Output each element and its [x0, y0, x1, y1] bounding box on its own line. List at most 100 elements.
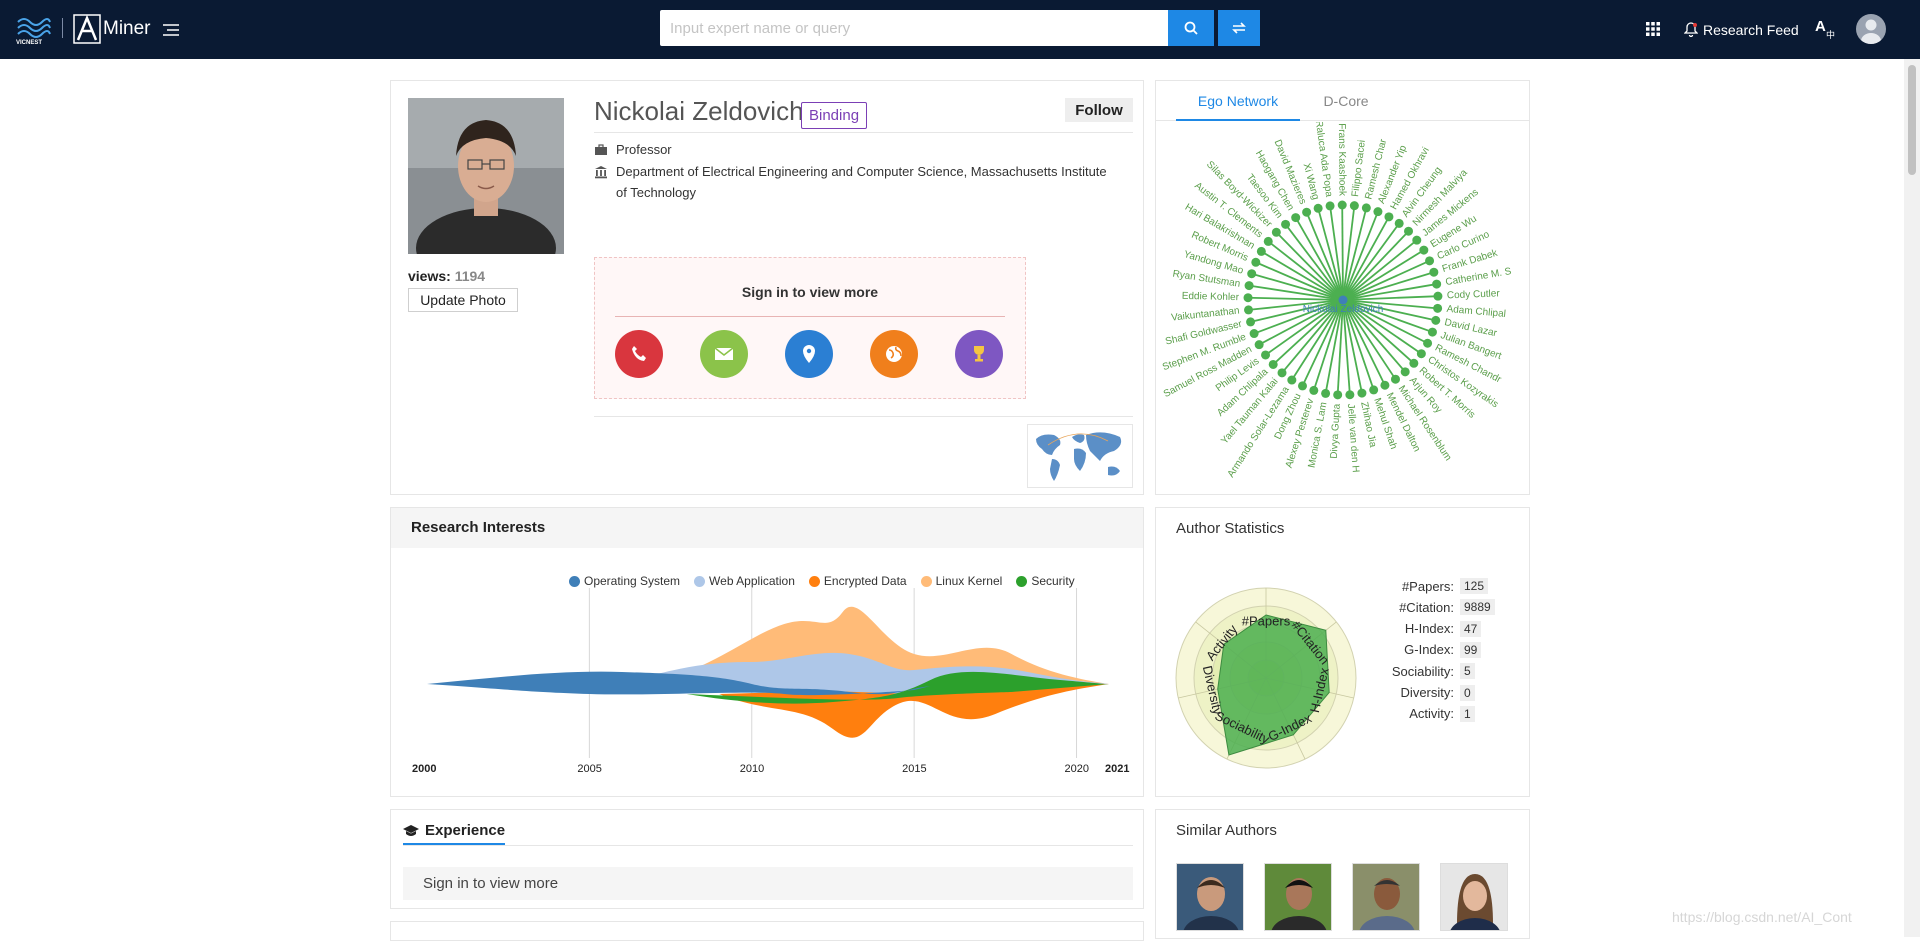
ego-node[interactable]	[1394, 218, 1404, 228]
institution-icon	[595, 166, 607, 179]
search-input[interactable]	[660, 10, 1168, 46]
user-avatar[interactable]	[1856, 14, 1886, 44]
phone-icon[interactable]	[615, 330, 663, 378]
similar-author-avatar[interactable]	[1264, 863, 1332, 931]
scrollbar-thumb[interactable]	[1908, 65, 1916, 175]
profile-photo	[408, 98, 564, 254]
ego-node[interactable]	[1247, 269, 1257, 279]
ego-node[interactable]	[1384, 212, 1394, 222]
ego-node[interactable]	[1281, 219, 1291, 229]
stat-row: Sociability: 5	[1366, 663, 1506, 680]
vicnest-logo[interactable]: VICNEST	[14, 12, 54, 46]
ego-node[interactable]	[1345, 390, 1355, 400]
ego-node-label[interactable]: Divya Gupta	[1329, 403, 1343, 459]
tab-ego-network[interactable]: Ego Network	[1176, 81, 1300, 121]
ego-node[interactable]	[1369, 385, 1379, 395]
follow-button[interactable]: Follow	[1065, 98, 1133, 122]
location-icon[interactable]	[785, 330, 833, 378]
radar-axis-label: #Papers	[1242, 614, 1291, 629]
ego-node[interactable]	[1244, 281, 1254, 291]
switch-search-button[interactable]	[1218, 10, 1260, 46]
ego-node[interactable]	[1361, 203, 1371, 213]
apps-grid-icon[interactable]	[1645, 21, 1661, 37]
binding-badge[interactable]: Binding	[801, 102, 868, 129]
ego-node[interactable]	[1427, 327, 1437, 337]
homepage-icon[interactable]	[870, 330, 918, 378]
ego-node[interactable]	[1297, 381, 1307, 391]
author-statistics-card: Author Statistics #Papers #Citation H-Inde…	[1155, 507, 1530, 797]
ego-node[interactable]	[1309, 385, 1319, 395]
ego-node[interactable]	[1409, 358, 1419, 368]
ego-node[interactable]	[1287, 375, 1297, 385]
experience-signin[interactable]: Sign in to view more	[403, 867, 1133, 900]
ego-node[interactable]	[1333, 390, 1343, 400]
ego-node[interactable]	[1400, 367, 1410, 377]
ego-node[interactable]	[1429, 267, 1439, 277]
search-bar	[660, 10, 1214, 46]
network-tabs: Ego Network D-Core	[1156, 81, 1529, 121]
ego-node[interactable]	[1425, 256, 1435, 266]
ego-node[interactable]	[1321, 388, 1331, 398]
ego-node[interactable]	[1271, 227, 1281, 237]
graduation-cap-icon	[403, 824, 419, 836]
ego-node[interactable]	[1249, 329, 1259, 339]
ego-node[interactable]	[1433, 291, 1443, 301]
page-scrollbar[interactable]	[1904, 59, 1920, 937]
logo-divider	[62, 18, 63, 38]
ego-node[interactable]	[1268, 359, 1278, 369]
ego-node[interactable]	[1291, 213, 1301, 223]
ego-node[interactable]	[1325, 201, 1335, 211]
ego-node[interactable]	[1254, 340, 1264, 350]
award-icon[interactable]	[955, 330, 1003, 378]
ego-node[interactable]	[1337, 200, 1347, 210]
ego-node[interactable]	[1263, 236, 1273, 246]
person-portrait-image	[408, 98, 564, 254]
ego-node[interactable]	[1243, 293, 1253, 303]
ego-node[interactable]	[1380, 380, 1390, 390]
ego-node[interactable]	[1419, 245, 1429, 255]
ego-node-label[interactable]: M. Frans Kaashoek	[1336, 122, 1348, 197]
update-photo-button[interactable]: Update Photo	[408, 288, 518, 312]
similar-author-avatar[interactable]	[1176, 863, 1244, 931]
aminer-logo[interactable]: Miner	[73, 12, 151, 46]
similar-author-avatar[interactable]	[1352, 863, 1420, 931]
ego-node[interactable]	[1373, 207, 1383, 217]
ego-node[interactable]	[1313, 203, 1323, 213]
ego-node[interactable]	[1431, 315, 1441, 325]
ego-node-label[interactable]: Adam Chlipal	[1446, 304, 1506, 320]
stat-value: 0	[1460, 684, 1475, 701]
ego-node[interactable]	[1246, 317, 1256, 327]
research-streamgraph[interactable]	[391, 548, 1143, 798]
ego-network-graph[interactable]: Filippo SaceiRamesh CharAlexander YipHam…	[1156, 122, 1529, 494]
stat-label: #Papers:	[1401, 578, 1454, 594]
ego-node[interactable]	[1349, 201, 1359, 211]
ego-node-label[interactable]: Jelle van den H	[1345, 403, 1361, 473]
language-icon[interactable]: A 中	[1815, 16, 1837, 40]
ego-node[interactable]	[1404, 226, 1414, 236]
ego-node[interactable]	[1277, 368, 1287, 378]
ego-node[interactable]	[1432, 279, 1442, 289]
similar-author-avatar[interactable]	[1440, 863, 1508, 931]
stat-row: #Citation: 9889	[1366, 599, 1506, 616]
ego-node[interactable]	[1261, 350, 1271, 360]
ego-node[interactable]	[1412, 235, 1422, 245]
ego-node-label[interactable]: Cody Cutler	[1447, 288, 1501, 301]
research-feed-link[interactable]: Research Feed	[1684, 0, 1799, 59]
ego-node[interactable]	[1256, 246, 1266, 256]
stat-label: H-Index:	[1404, 621, 1454, 637]
ego-node[interactable]	[1302, 207, 1312, 217]
menu-toggle-icon[interactable]	[163, 24, 179, 36]
world-map-thumbnail[interactable]	[1027, 424, 1133, 488]
email-icon[interactable]	[700, 330, 748, 378]
ego-node[interactable]	[1416, 349, 1426, 359]
ego-node[interactable]	[1423, 338, 1433, 348]
ego-node[interactable]	[1244, 305, 1254, 315]
search-button[interactable]	[1168, 10, 1214, 46]
signin-prompt[interactable]: Sign in to view more	[595, 284, 1025, 300]
ego-node[interactable]	[1251, 257, 1261, 267]
ego-node[interactable]	[1390, 374, 1400, 384]
tab-d-core[interactable]: D-Core	[1306, 81, 1386, 121]
ego-node[interactable]	[1433, 303, 1443, 313]
ego-node[interactable]	[1357, 388, 1367, 398]
ego-node-label[interactable]: Eddie Kohler	[1182, 291, 1240, 303]
